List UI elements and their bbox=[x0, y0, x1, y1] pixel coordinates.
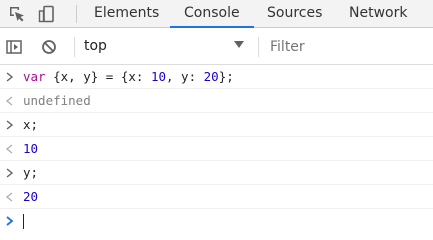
code-token: {x, y} = {x: bbox=[45, 69, 151, 84]
inspect-element-icon[interactable] bbox=[8, 5, 26, 23]
input-prompt-icon bbox=[6, 72, 14, 82]
console-input-row: var {x, y} = {x: 10, y: 20}; bbox=[0, 65, 433, 89]
console-filter-bar: top bbox=[0, 29, 433, 65]
devtools-toolbar: Elements Console Sources Network bbox=[0, 0, 433, 28]
result-arrow-icon bbox=[5, 192, 13, 202]
console-result-text: 20 bbox=[23, 189, 39, 204]
tab-sources[interactable]: Sources bbox=[267, 0, 322, 27]
console-result-row: undefined bbox=[0, 89, 433, 113]
console-result-row: 10 bbox=[0, 137, 433, 161]
clear-console-icon[interactable] bbox=[41, 39, 57, 55]
device-toolbar-icon[interactable] bbox=[38, 5, 56, 23]
console-input-text: y; bbox=[23, 165, 39, 180]
chevron-down-icon[interactable] bbox=[234, 41, 244, 49]
console-output: var {x, y} = {x: 10, y: 20}; undefined x… bbox=[0, 65, 433, 233]
code-token: }; bbox=[218, 69, 234, 84]
keyword-token: var bbox=[23, 69, 46, 84]
result-arrow-icon bbox=[5, 144, 13, 154]
console-result-text: undefined bbox=[23, 93, 91, 108]
input-prompt-icon bbox=[6, 168, 14, 178]
console-input-text: x; bbox=[23, 117, 39, 132]
tab-console[interactable]: Console bbox=[170, 0, 254, 28]
console-prompt-row[interactable] bbox=[0, 209, 433, 233]
result-arrow-icon bbox=[5, 96, 13, 106]
input-prompt-icon bbox=[6, 120, 14, 130]
context-selector[interactable]: top bbox=[84, 38, 107, 54]
console-input-text: var {x, y} = {x: 10, y: 20}; bbox=[23, 69, 234, 84]
number-token: 10 bbox=[150, 69, 166, 84]
console-result-text: 10 bbox=[23, 141, 39, 156]
tab-elements[interactable]: Elements bbox=[94, 0, 159, 27]
console-result-row: 20 bbox=[0, 185, 433, 209]
console-input-row: y; bbox=[0, 161, 433, 185]
active-prompt-icon bbox=[6, 216, 14, 226]
filter-divider bbox=[258, 37, 259, 57]
console-input-row: x; bbox=[0, 113, 433, 137]
sidebar-toggle-icon[interactable] bbox=[6, 39, 22, 55]
filter-divider bbox=[74, 37, 75, 57]
filter-input[interactable] bbox=[270, 37, 420, 57]
number-token: 20 bbox=[203, 69, 219, 84]
text-cursor bbox=[23, 214, 24, 229]
tab-network[interactable]: Network bbox=[349, 0, 407, 27]
toolbar-divider bbox=[76, 5, 77, 23]
code-token: , y: bbox=[166, 69, 204, 84]
